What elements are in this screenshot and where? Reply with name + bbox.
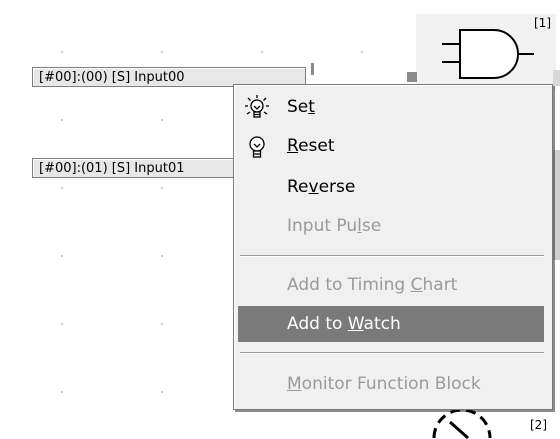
gate-number-label: [1] xyxy=(534,16,551,30)
input00-wire-stub xyxy=(311,63,314,75)
input-block-input01[interactable]: [#00]:(01) [S] Input01 xyxy=(32,158,242,178)
menu-item-label: Monitor Function Block xyxy=(287,374,481,394)
menu-item-label: Reset xyxy=(287,136,335,156)
menu-item-reset[interactable]: Reset xyxy=(238,128,544,164)
menu-mnemonic: M xyxy=(287,374,302,394)
right-edge-marker xyxy=(553,70,560,86)
menu-item-add-to-timing-chart: Add to Timing Chart xyxy=(238,267,544,303)
bulb-off-icon xyxy=(249,136,265,158)
menu-item-set[interactable]: Set xyxy=(238,89,544,125)
bulb-on-icon xyxy=(245,95,269,118)
menu-item-add-to-watch[interactable]: Add to Watch xyxy=(238,306,544,342)
menu-mnemonic: l xyxy=(357,216,362,236)
menu-mnemonic: v xyxy=(308,177,319,197)
context-menu[interactable]: Set Reset Reverse Input Pulse Add to Tim… xyxy=(233,84,553,410)
menu-mnemonic: C xyxy=(410,275,423,295)
menu-separator xyxy=(240,255,544,257)
menu-item-monitor-function-block: Monitor Function Block xyxy=(238,366,544,402)
menu-item-label: Input Pulse xyxy=(287,216,382,236)
gate-block-1[interactable]: [1] xyxy=(416,14,556,90)
gate-number-label: [2] xyxy=(530,418,547,432)
menu-item-label: Add to Watch xyxy=(287,314,401,334)
menu-item-input-pulse: Input Pulse xyxy=(238,208,544,244)
menu-mnemonic: W xyxy=(347,314,364,334)
menu-item-label: Add to Timing Chart xyxy=(287,275,458,295)
menu-item-label: Set xyxy=(287,97,315,117)
gate-input-stub xyxy=(407,72,417,82)
menu-separator xyxy=(240,352,544,354)
menu-mnemonic: R xyxy=(287,136,299,156)
right-edge-scroll-strip xyxy=(553,150,560,260)
menu-item-label: Reverse xyxy=(287,177,356,197)
menu-item-reverse[interactable]: Reverse xyxy=(238,169,544,205)
menu-mnemonic: t xyxy=(308,97,315,117)
